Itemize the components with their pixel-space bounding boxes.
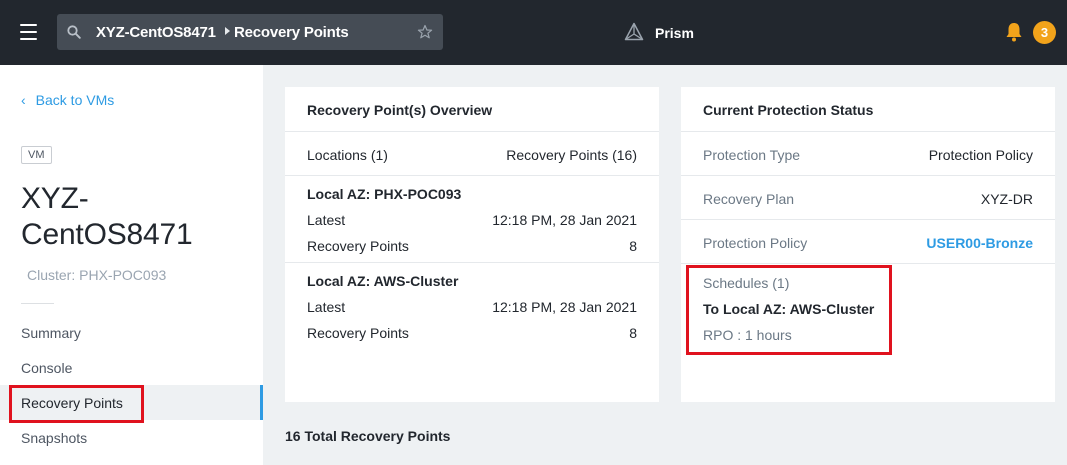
latest-label: Latest [307,299,346,315]
top-bar: XYZ-CentOS8471 Recovery Points Prism 3 [0,0,1067,65]
locations-label: Locations (1) [307,147,388,163]
protection-type-label: Protection Type [703,147,801,163]
latest-value: 12:18 PM, 28 Jan 2021 [492,212,637,228]
chevron-right-icon [225,27,230,35]
chevron-left-icon: ‹ [21,92,26,108]
recovery-points-count-label: Recovery Points [307,325,409,341]
latest-value: 12:18 PM, 28 Jan 2021 [492,299,637,315]
breadcrumb-page: Recovery Points [234,24,349,41]
sidebar-item-summary[interactable]: Summary [21,325,81,341]
protection-policy-link[interactable]: USER00-Bronze [843,235,1033,251]
back-link-label: Back to VMs [35,92,115,108]
location-group-name: Local AZ: AWS-Cluster [307,273,459,289]
divider [681,219,1055,220]
location-group-name: Local AZ: PHX-POC093 [307,186,462,202]
protection-type-value: Protection Policy [928,147,1033,163]
recovery-points-count-value: 8 [629,238,637,254]
divider [285,262,659,263]
cluster-label: Cluster: PHX-POC093 [27,267,167,283]
nav-active-indicator [260,385,263,420]
vm-name-heading: XYZ- CentOS8471 [21,182,193,251]
divider [285,175,659,176]
bell-icon[interactable] [1004,21,1024,43]
search-breadcrumb-bar[interactable]: XYZ-CentOS8471 Recovery Points [57,14,443,50]
hamburger-icon[interactable] [20,24,37,40]
sidebar-item-snapshots[interactable]: Snapshots [21,430,87,446]
notification-badge[interactable]: 3 [1033,21,1056,44]
recovery-points-count-value: 8 [629,325,637,341]
search-icon [67,25,81,39]
recovery-points-highlight [9,385,144,423]
star-icon[interactable] [417,24,433,40]
prism-logo-icon [624,22,644,41]
overview-card-title: Recovery Point(s) Overview [307,102,493,118]
back-to-vms-link[interactable]: ‹ Back to VMs [21,92,114,108]
divider [681,263,1055,264]
recovery-plan-label: Recovery Plan [703,191,795,207]
divider [285,131,659,132]
breadcrumb-vm[interactable]: XYZ-CentOS8471 [96,24,216,41]
schedule-highlight [686,265,892,355]
recovery-points-count-label: Recovery Points [307,238,409,254]
app-name: Prism [655,25,694,41]
sidebar-item-console[interactable]: Console [21,360,72,376]
divider [681,175,1055,176]
recovery-plan-value: XYZ-DR [980,191,1033,207]
entity-type-tag: VM [21,146,52,164]
divider [681,131,1055,132]
protection-policy-label: Protection Policy [703,235,808,251]
protection-card-title: Current Protection Status [703,102,874,118]
latest-label: Latest [307,212,346,228]
sidebar-divider [21,303,54,304]
recovery-points-total-label: Recovery Points (16) [506,147,637,163]
sidebar: ‹ Back to VMs VM XYZ- CentOS8471 Cluster: … [0,65,263,465]
total-recovery-points: 16 Total Recovery Points [285,428,451,444]
